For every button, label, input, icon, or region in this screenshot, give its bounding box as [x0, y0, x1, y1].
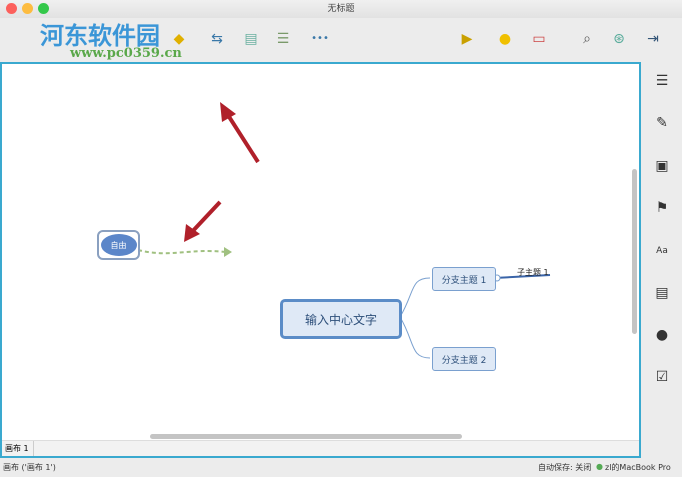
- right-sidebar: ☰ ✎ ▣ ⚑ Aa ▤ ● ☑: [645, 62, 682, 458]
- floating-topic[interactable]: 自由: [97, 230, 140, 260]
- more-button[interactable]: •••: [305, 28, 335, 50]
- image-icon[interactable]: ▣: [653, 157, 671, 175]
- mindmap-canvas[interactable]: 输入中心文字 分支主题 1 分支主题 2 子主题 1 自由: [0, 62, 641, 458]
- share-icon[interactable]: ⊛: [608, 28, 630, 50]
- connectors: [137, 102, 551, 359]
- summary-icon[interactable]: ☰: [272, 28, 294, 50]
- flag-icon[interactable]: ⚑: [653, 199, 671, 217]
- zoom-button[interactable]: [38, 3, 49, 14]
- lightbulb-icon[interactable]: ●: [494, 28, 516, 50]
- outline-list-icon[interactable]: ☰: [653, 72, 671, 90]
- central-topic[interactable]: 输入中心文字: [280, 299, 402, 339]
- sheet-tab[interactable]: 画布 1: [2, 441, 34, 456]
- minimize-button[interactable]: [22, 3, 33, 14]
- comment-icon[interactable]: ●: [653, 326, 671, 344]
- watermark-url: www.pc0359.cn: [70, 46, 182, 61]
- notes-icon[interactable]: ▤: [653, 284, 671, 302]
- relationship-icon[interactable]: ⇆: [206, 28, 228, 50]
- text-format-icon[interactable]: Aa: [653, 242, 671, 260]
- boundary-icon[interactable]: ▤: [240, 28, 262, 50]
- branch-topic-1[interactable]: 分支主题 1: [432, 267, 496, 291]
- presentation-icon[interactable]: ▶: [456, 28, 478, 50]
- sheet-tabbar: 画布 1: [2, 440, 639, 456]
- export-icon[interactable]: ⇥: [642, 28, 664, 50]
- status-sheet: 画布 ('画布 1'): [3, 463, 56, 472]
- horizontal-scrollbar[interactable]: [150, 434, 462, 439]
- format-brush-icon[interactable]: ✎: [653, 114, 671, 132]
- branch-topic-2[interactable]: 分支主题 2: [432, 347, 496, 371]
- close-button[interactable]: [6, 3, 17, 14]
- search-icon[interactable]: ⌕: [576, 28, 598, 50]
- outline-icon[interactable]: ▭: [528, 28, 550, 50]
- window-title: 无标题: [327, 4, 355, 14]
- autosave-status[interactable]: 自动保存: 关闭: [538, 462, 591, 473]
- floating-topic-label: 自由: [100, 234, 137, 256]
- subtopic-1[interactable]: 子主题 1: [517, 267, 549, 278]
- task-icon[interactable]: ☑: [653, 368, 671, 386]
- vertical-scrollbar[interactable]: [632, 169, 637, 334]
- device-status: zl的MacBook Pro: [605, 463, 671, 472]
- status-dot-icon: ●: [596, 462, 603, 471]
